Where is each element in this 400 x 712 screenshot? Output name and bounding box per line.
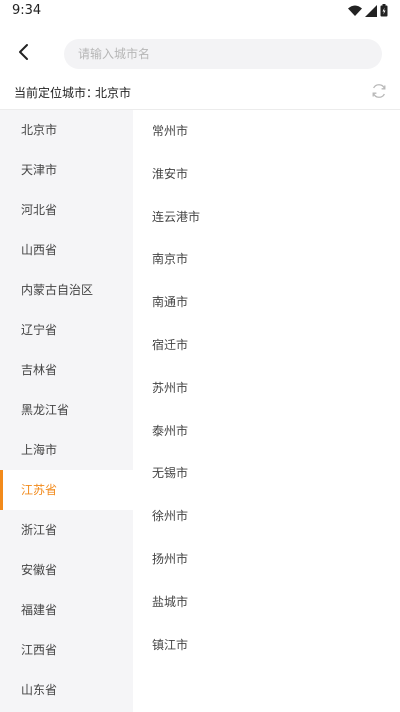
wifi-icon — [348, 5, 362, 16]
city-list: 常州市 淮安市 连云港市 南京市 南通市 宿迁市 苏州市 泰州市 无锡市 徐州市… — [133, 110, 400, 712]
status-bar: 9:34 — [0, 0, 400, 24]
province-item[interactable]: 上海市 — [0, 430, 133, 470]
city-search-input[interactable] — [78, 47, 382, 61]
province-item[interactable]: 天津市 — [0, 150, 133, 190]
province-item[interactable]: 吉林省 — [0, 350, 133, 390]
city-item[interactable]: 徐州市 — [133, 495, 400, 538]
province-item[interactable]: 江苏省 — [0, 470, 133, 510]
province-item[interactable]: 安徽省 — [0, 550, 133, 590]
province-item[interactable]: 山东省 — [0, 670, 133, 710]
province-item[interactable]: 辽宁省 — [0, 310, 133, 350]
province-item[interactable]: 北京市 — [0, 110, 133, 150]
status-time: 9:34 — [12, 3, 42, 18]
current-location-label: 当前定位城市： — [14, 86, 99, 100]
province-item[interactable]: 福建省 — [0, 590, 133, 630]
current-location-city[interactable]: 北京市 — [95, 84, 131, 101]
city-item[interactable]: 常州市 — [133, 110, 400, 153]
province-list: 北京市 天津市 河北省 山西省 内蒙古自治区 辽宁省 吉林省 黑龙江省 上海市 … — [0, 110, 133, 712]
city-item[interactable]: 连云港市 — [133, 196, 400, 239]
province-item[interactable]: 浙江省 — [0, 510, 133, 550]
province-item[interactable]: 黑龙江省 — [0, 390, 133, 430]
city-item[interactable]: 淮安市 — [133, 153, 400, 196]
cell-signal-icon — [365, 4, 377, 17]
province-item[interactable]: 内蒙古自治区 — [0, 270, 133, 310]
city-item[interactable]: 盐城市 — [133, 581, 400, 624]
city-item[interactable]: 南京市 — [133, 238, 400, 281]
battery-icon — [380, 4, 388, 17]
city-item[interactable]: 宿迁市 — [133, 324, 400, 367]
search-box[interactable] — [64, 39, 382, 69]
city-item[interactable]: 南通市 — [133, 281, 400, 324]
city-item[interactable]: 无锡市 — [133, 452, 400, 495]
city-item[interactable]: 扬州市 — [133, 538, 400, 581]
province-item[interactable]: 江西省 — [0, 630, 133, 670]
current-location-row: 当前定位城市： 北京市 — [0, 82, 400, 110]
refresh-icon[interactable] — [370, 82, 388, 100]
status-icons — [348, 4, 388, 17]
city-item[interactable]: 镇江市 — [133, 624, 400, 667]
city-item[interactable]: 苏州市 — [133, 367, 400, 410]
city-item[interactable]: 泰州市 — [133, 410, 400, 453]
province-item[interactable]: 河北省 — [0, 190, 133, 230]
province-item[interactable]: 山西省 — [0, 230, 133, 270]
chevron-left-icon — [19, 44, 28, 60]
top-bar — [0, 24, 400, 82]
back-button[interactable] — [10, 38, 38, 66]
